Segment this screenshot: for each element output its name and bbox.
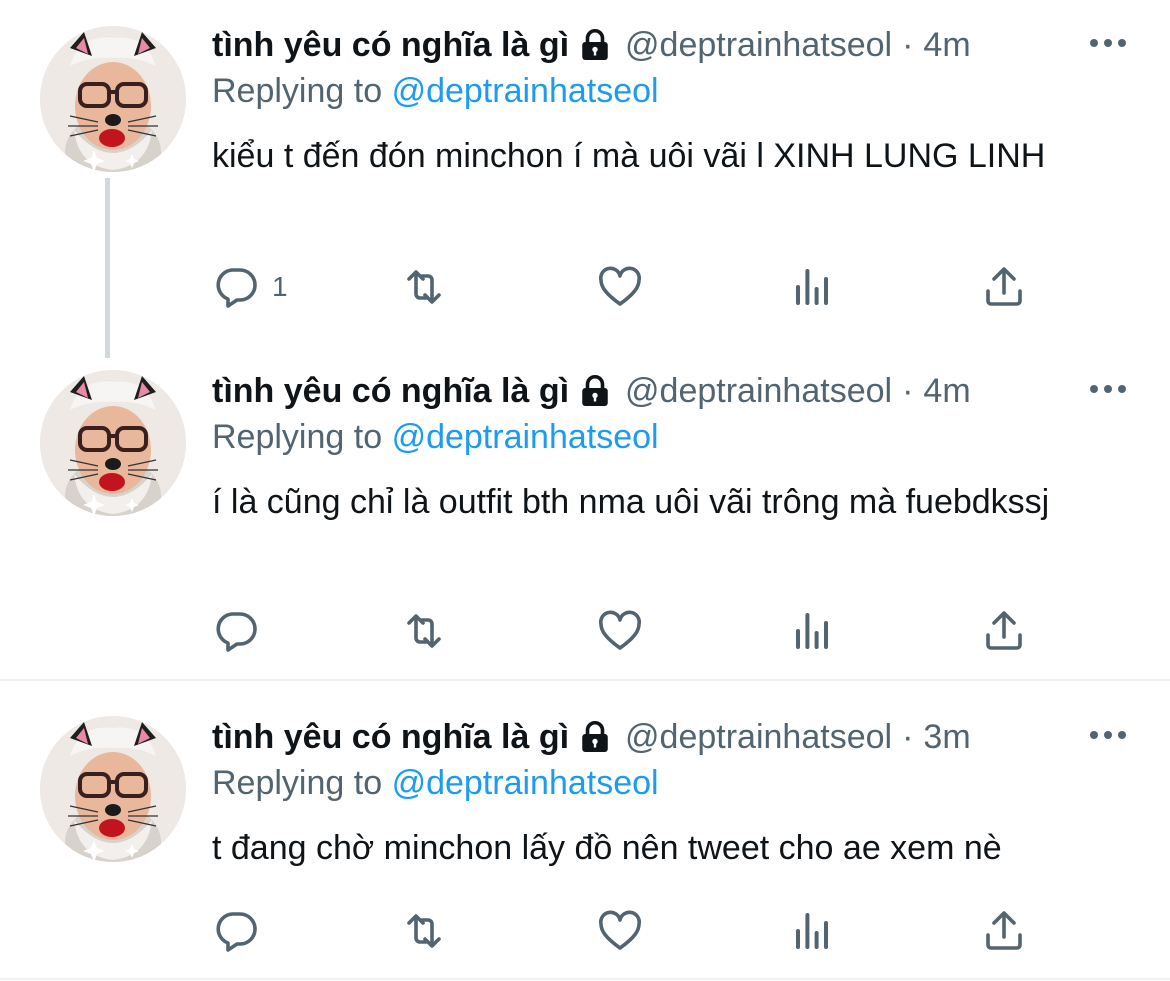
tweet-thread: tình yêu có nghĩa là gì @deptrainhatseol… bbox=[0, 0, 1170, 981]
action-bar: 1 bbox=[212, 262, 1112, 312]
share-button[interactable] bbox=[980, 906, 1028, 956]
tweet-text: kiểu t đến đón minchon í mà uôi vãi l XI… bbox=[212, 137, 1046, 175]
action-bar bbox=[212, 906, 1112, 956]
lock-icon bbox=[577, 27, 613, 63]
replying-mention[interactable]: @deptrainhatseol bbox=[392, 418, 659, 456]
replying-to: Replying to @deptrainhatseol bbox=[212, 72, 659, 111]
display-name[interactable]: tình yêu có nghĩa là gì bbox=[212, 26, 569, 65]
lock-icon bbox=[577, 719, 613, 755]
replying-to: Replying to @deptrainhatseol bbox=[212, 764, 659, 803]
avatar[interactable] bbox=[40, 716, 186, 862]
reply-bubble-icon bbox=[212, 607, 260, 655]
separator-dot: · bbox=[902, 371, 914, 410]
separator-dot: · bbox=[902, 25, 914, 64]
retweet-button[interactable] bbox=[400, 906, 448, 956]
retweet-icon bbox=[400, 263, 448, 311]
tweet[interactable]: tình yêu có nghĩa là gì @deptrainhatseol… bbox=[0, 346, 1170, 678]
handle[interactable]: @deptrainhatseol bbox=[625, 718, 892, 757]
share-upload-icon bbox=[980, 263, 1028, 311]
analytics-bars-icon bbox=[788, 263, 836, 311]
reply-bubble-icon bbox=[212, 907, 260, 955]
analytics-bars-icon bbox=[788, 607, 836, 655]
replying-mention[interactable]: @deptrainhatseol bbox=[392, 72, 659, 110]
like-button[interactable] bbox=[596, 906, 644, 956]
lock-icon bbox=[577, 373, 613, 409]
avatar-image bbox=[40, 370, 186, 516]
heart-icon bbox=[596, 263, 644, 311]
tweet[interactable]: tình yêu có nghĩa là gì @deptrainhatseol… bbox=[0, 0, 1170, 340]
reply-bubble-icon bbox=[212, 263, 260, 311]
reply-button[interactable] bbox=[212, 906, 272, 956]
tweet-header: tình yêu có nghĩa là gì @deptrainhatseol… bbox=[212, 22, 971, 68]
tweet-divider bbox=[0, 978, 1170, 980]
replying-label: Replying to bbox=[212, 764, 383, 802]
separator-dot: · bbox=[902, 717, 914, 756]
more-options-icon[interactable] bbox=[1088, 382, 1128, 396]
heart-icon bbox=[596, 907, 644, 955]
avatar[interactable] bbox=[40, 26, 186, 172]
retweet-button[interactable] bbox=[400, 606, 448, 656]
analytics-bars-icon bbox=[788, 907, 836, 955]
share-upload-icon bbox=[980, 907, 1028, 955]
display-name[interactable]: tình yêu có nghĩa là gì bbox=[212, 372, 569, 411]
share-button[interactable] bbox=[980, 262, 1028, 312]
timestamp[interactable]: 4m bbox=[923, 26, 970, 65]
replying-label: Replying to bbox=[212, 418, 383, 456]
replying-label: Replying to bbox=[212, 72, 383, 110]
replying-to: Replying to @deptrainhatseol bbox=[212, 418, 659, 457]
reply-button[interactable] bbox=[212, 606, 272, 656]
analytics-button[interactable] bbox=[788, 262, 836, 312]
reply-count: 1 bbox=[272, 271, 288, 302]
like-button[interactable] bbox=[596, 262, 644, 312]
tweet-header: tình yêu có nghĩa là gì @deptrainhatseol… bbox=[212, 714, 971, 760]
analytics-button[interactable] bbox=[788, 606, 836, 656]
tweet-text: í là cũng chỉ là outfit bth nma uôi vãi … bbox=[212, 483, 1050, 521]
heart-icon bbox=[596, 607, 644, 655]
tweet-header: tình yêu có nghĩa là gì @deptrainhatseol… bbox=[212, 368, 971, 414]
avatar[interactable] bbox=[40, 370, 186, 516]
like-button[interactable] bbox=[596, 606, 644, 656]
handle[interactable]: @deptrainhatseol bbox=[625, 372, 892, 411]
more-options-icon[interactable] bbox=[1088, 36, 1128, 50]
display-name[interactable]: tình yêu có nghĩa là gì bbox=[212, 718, 569, 757]
retweet-icon bbox=[400, 907, 448, 955]
retweet-icon bbox=[400, 607, 448, 655]
share-button[interactable] bbox=[980, 606, 1028, 656]
avatar-image bbox=[40, 716, 186, 862]
tweet[interactable]: tình yêu có nghĩa là gì @deptrainhatseol… bbox=[0, 692, 1170, 981]
action-bar bbox=[212, 606, 1112, 656]
replying-mention[interactable]: @deptrainhatseol bbox=[392, 764, 659, 802]
avatar-image bbox=[40, 26, 186, 172]
reply-button[interactable]: 1 bbox=[212, 262, 288, 312]
timestamp[interactable]: 3m bbox=[923, 718, 970, 757]
handle[interactable]: @deptrainhatseol bbox=[625, 26, 892, 65]
analytics-button[interactable] bbox=[788, 906, 836, 956]
share-upload-icon bbox=[980, 607, 1028, 655]
timestamp[interactable]: 4m bbox=[923, 372, 970, 411]
more-options-icon[interactable] bbox=[1088, 728, 1128, 742]
retweet-button[interactable] bbox=[400, 262, 448, 312]
tweet-divider bbox=[0, 679, 1170, 681]
tweet-text: t đang chờ minchon lấy đồ nên tweet cho … bbox=[212, 829, 1002, 867]
